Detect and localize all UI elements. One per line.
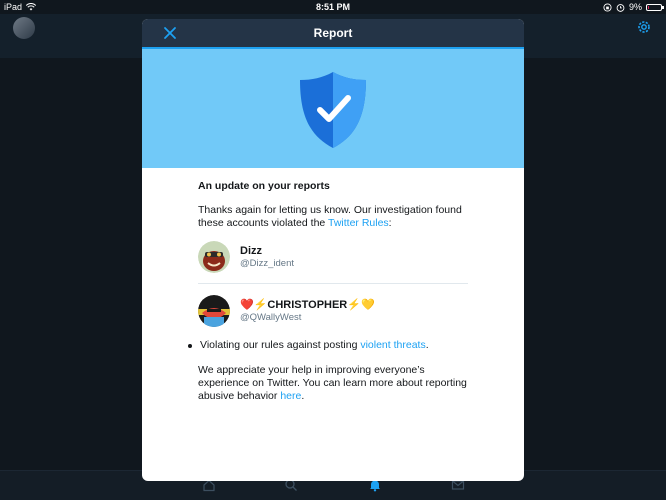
- report-intro: Thanks again for letting us know. Our in…: [198, 204, 468, 230]
- avatar: [198, 295, 230, 327]
- report-heading: An update on your reports: [198, 180, 330, 192]
- closing-text: We appreciate your help in improving eve…: [198, 364, 468, 403]
- close-icon[interactable]: [163, 26, 177, 40]
- battery-level: [648, 5, 649, 9]
- battery-icon: [646, 3, 664, 11]
- account-info: ❤️⚡CHRISTOPHER⚡💛 @QWallyWest: [240, 299, 375, 324]
- account-name: Dizz: [240, 244, 262, 257]
- violation-text: Violating our rules against posting: [200, 339, 361, 351]
- hero-banner: [142, 47, 524, 168]
- avatar: [198, 241, 230, 273]
- account-name: ❤️⚡CHRISTOPHER⚡💛: [240, 298, 375, 311]
- learn-more-link[interactable]: here: [280, 390, 301, 402]
- violation-item: Violating our rules against posting viol…: [188, 339, 468, 352]
- violent-threats-link[interactable]: violent threats: [360, 339, 425, 351]
- report-content: An update on your reports Thanks again f…: [142, 168, 524, 403]
- account-row[interactable]: Dizz @Dizz_ident: [198, 241, 468, 273]
- account-row[interactable]: ❤️⚡CHRISTOPHER⚡💛 @QWallyWest: [198, 295, 468, 327]
- modal-title: Report: [313, 26, 353, 40]
- modal-header: Report: [142, 19, 524, 47]
- violation-list: Violating our rules against posting viol…: [188, 339, 468, 352]
- violation-period: .: [425, 339, 429, 351]
- alarm-icon: [616, 3, 625, 12]
- status-time: 8:51 PM: [315, 2, 350, 12]
- twitter-rules-link[interactable]: Twitter Rules: [328, 217, 389, 229]
- battery-percent: 9%: [628, 2, 642, 12]
- account-handle: @Dizz_ident: [240, 257, 294, 269]
- orientation-lock-icon: [603, 2, 612, 12]
- profile-avatar[interactable]: [13, 17, 35, 39]
- intro-colon: :: [388, 217, 392, 229]
- divider: [198, 283, 468, 284]
- status-bar: iPad 8:51 PM 9%: [0, 0, 666, 14]
- report-modal: Report An update on your reports Thanks …: [142, 19, 524, 481]
- account-info: Dizz @Dizz_ident: [240, 245, 294, 270]
- closing-body: We appreciate your help in improving eve…: [198, 364, 467, 402]
- account-handle: @QWallyWest: [240, 311, 302, 323]
- shield-check-icon: [300, 72, 366, 148]
- closing-period: .: [301, 390, 305, 402]
- gear-icon[interactable]: [636, 19, 652, 35]
